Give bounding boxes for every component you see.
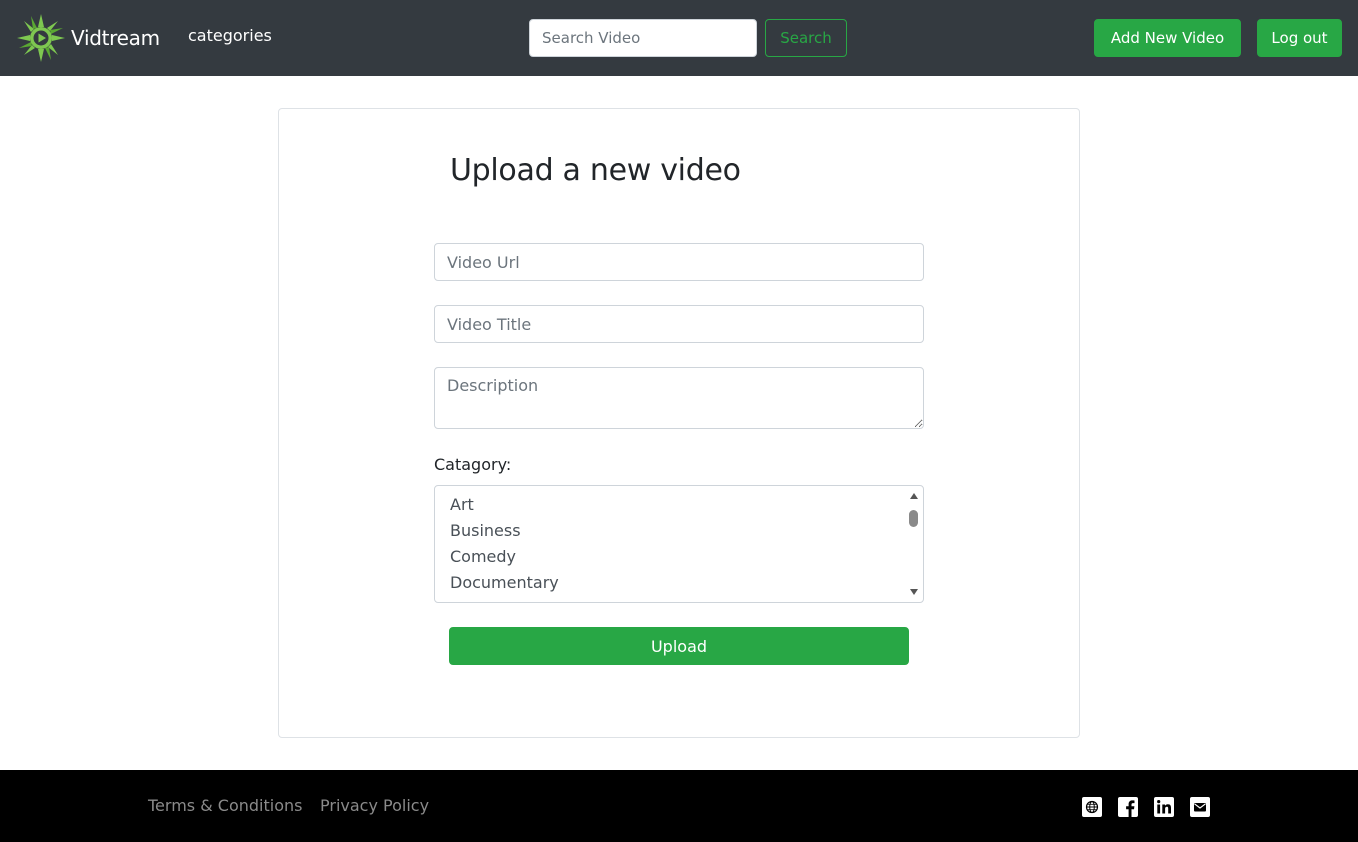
category-option[interactable]: Art — [450, 495, 474, 514]
description-textarea[interactable] — [434, 367, 924, 429]
privacy-link[interactable]: Privacy Policy — [320, 796, 429, 815]
video-title-input[interactable] — [434, 305, 924, 343]
category-option[interactable]: Comedy — [450, 547, 516, 566]
sun-play-logo-icon — [17, 14, 65, 62]
scroll-thumb[interactable] — [909, 510, 918, 527]
category-option[interactable]: Documentary — [450, 573, 559, 592]
scroll-down-arrow-icon[interactable] — [910, 589, 918, 595]
search-button[interactable]: Search — [765, 19, 847, 57]
category-label: Catagory: — [434, 455, 512, 474]
category-listbox[interactable]: Art Business Comedy Documentary — [434, 485, 924, 603]
mail-icon[interactable] — [1190, 797, 1210, 817]
page-title: Upload a new video — [450, 153, 741, 188]
footer: Terms & Conditions Privacy Policy — [0, 770, 1358, 842]
search-input[interactable] — [529, 19, 757, 57]
terms-link[interactable]: Terms & Conditions — [148, 796, 302, 815]
logout-button[interactable]: Log out — [1257, 19, 1342, 57]
nav-categories-link[interactable]: categories — [188, 26, 272, 45]
brand[interactable]: Vidtream — [16, 13, 160, 63]
category-scrollbar[interactable] — [906, 487, 922, 601]
add-new-video-button[interactable]: Add New Video — [1094, 19, 1241, 57]
globe-icon[interactable] — [1082, 797, 1102, 817]
facebook-icon[interactable] — [1118, 797, 1138, 817]
category-option[interactable]: Business — [450, 521, 521, 540]
upload-button[interactable]: Upload — [449, 627, 909, 665]
navbar: Vidtream categories Search Add New Video… — [0, 0, 1358, 76]
linkedin-icon[interactable] — [1154, 797, 1174, 817]
video-url-input[interactable] — [434, 243, 924, 281]
scroll-up-arrow-icon[interactable] — [910, 493, 918, 499]
brand-name: Vidtream — [71, 26, 160, 50]
